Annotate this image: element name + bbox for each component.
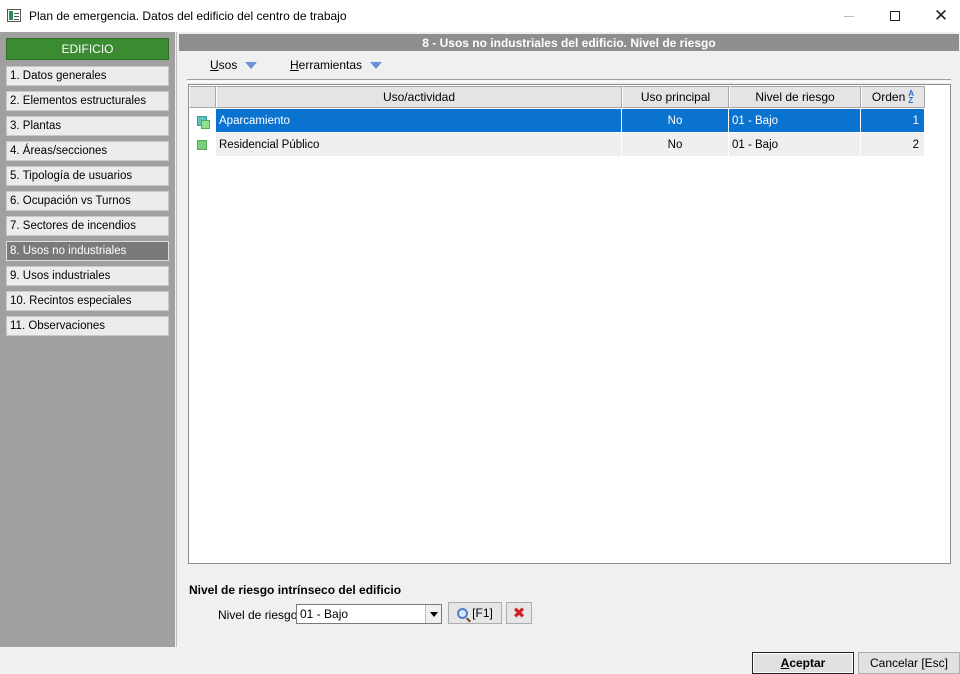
minimize-button[interactable] [826, 0, 872, 32]
window-title: Plan de emergencia. Datos del edificio d… [29, 9, 347, 23]
cell-uso-principal[interactable]: No [622, 133, 729, 156]
sidebar-header: EDIFICIO [6, 38, 169, 60]
cell-orden[interactable]: 1 [861, 109, 925, 132]
search-button-label: [F1] [472, 606, 493, 620]
delete-icon: ✖ [512, 604, 526, 622]
sidebar-item-usos-no-industriales[interactable]: 8. Usos no industriales [6, 241, 169, 261]
nivel-riesgo-value: 01 - Bajo [300, 607, 349, 621]
sort-ascending-icon: AZ [908, 89, 915, 105]
nivel-riesgo-select[interactable]: 01 - Bajo [296, 604, 442, 624]
sidebar-item-ocupacion-turnos[interactable]: 6. Ocupación vs Turnos [6, 191, 169, 211]
nivel-riesgo-title: Nivel de riesgo intrínseco del edificio [189, 583, 402, 597]
sidebar-item-plantas[interactable]: 3. Plantas [6, 116, 169, 136]
column-header-nivel-riesgo[interactable]: Nivel de riesgo [729, 86, 861, 108]
maximize-icon [890, 11, 900, 21]
close-button[interactable]: ✕ [918, 0, 960, 32]
menu-bar: Usos Herramientas [177, 54, 960, 76]
cell-nivel-riesgo[interactable]: 01 - Bajo [729, 109, 861, 132]
row-status-icon [197, 115, 210, 129]
sidebar-item-areas-secciones[interactable]: 4. Áreas/secciones [6, 141, 169, 161]
chevron-down-icon [429, 611, 438, 617]
footer: Aceptar Cancelar [Esc] [0, 647, 960, 674]
column-header-orden[interactable]: Orden AZ [861, 86, 925, 108]
herramientas-menu-label: Herramientas [290, 58, 363, 72]
sidebar-item-observaciones[interactable]: 11. Observaciones [6, 316, 169, 336]
sidebar-item-elementos-estructurales[interactable]: 2. Elementos estructurales [6, 91, 169, 111]
sidebar-item-recintos-especiales[interactable]: 10. Recintos especiales [6, 291, 169, 311]
maximize-button[interactable] [872, 0, 918, 32]
usos-grid[interactable]: Uso/actividad Uso principal Nivel de rie… [188, 84, 951, 564]
nivel-riesgo-label: Nivel de riesgo: [218, 608, 301, 622]
dropdown-button[interactable] [425, 605, 441, 623]
app-icon [7, 9, 21, 22]
cell-uso-principal[interactable]: No [622, 109, 729, 132]
cell-uso[interactable]: Aparcamiento [216, 109, 622, 132]
usos-menu[interactable]: Usos [210, 58, 258, 72]
accept-button-accel: A [780, 656, 790, 670]
row-status-icon [197, 139, 207, 150]
sidebar: EDIFICIO 1. Datos generales 2. Elementos… [0, 32, 175, 647]
cancel-button[interactable]: Cancelar [Esc] [858, 652, 960, 674]
accept-button-label: ceptar [789, 656, 826, 670]
herramientas-menu[interactable]: Herramientas [290, 58, 383, 72]
clear-button[interactable]: ✖ [506, 602, 532, 624]
search-button[interactable]: [F1] [448, 602, 502, 624]
table-row[interactable]: Aparcamiento No 01 - Bajo 1 [189, 109, 925, 132]
row-indicator [189, 133, 216, 156]
cell-nivel-riesgo[interactable]: 01 - Bajo [729, 133, 861, 156]
accept-button[interactable]: Aceptar [752, 652, 854, 674]
column-header-uso-principal[interactable]: Uso principal [622, 86, 729, 108]
separator [187, 79, 951, 82]
column-header-orden-label: Orden [871, 90, 906, 104]
cell-orden[interactable]: 2 [861, 133, 925, 156]
search-icon [457, 607, 469, 619]
sidebar-item-usos-industriales[interactable]: 9. Usos industriales [6, 266, 169, 286]
grid-header-indicator [189, 86, 216, 108]
close-icon: ✕ [933, 6, 949, 26]
column-header-uso[interactable]: Uso/actividad [216, 86, 622, 108]
cell-uso[interactable]: Residencial Público [216, 133, 622, 156]
main-panel: 8 - Usos no industriales del edificio. N… [176, 32, 960, 647]
panel-header: 8 - Usos no industriales del edificio. N… [179, 34, 959, 51]
sidebar-item-datos-generales[interactable]: 1. Datos generales [6, 66, 169, 86]
table-row[interactable]: Residencial Público No 01 - Bajo 2 [189, 133, 925, 156]
title-bar: Plan de emergencia. Datos del edificio d… [0, 0, 960, 32]
minimize-icon [844, 15, 854, 17]
grid-header: Uso/actividad Uso principal Nivel de rie… [189, 86, 925, 108]
chevron-down-icon [370, 61, 383, 69]
usos-menu-label: Usos [210, 58, 238, 72]
sidebar-item-sectores-incendios[interactable]: 7. Sectores de incendios [6, 216, 169, 236]
chevron-down-icon [245, 61, 258, 69]
row-indicator [189, 109, 216, 132]
sidebar-item-tipologia-usuarios[interactable]: 5. Tipología de usuarios [6, 166, 169, 186]
